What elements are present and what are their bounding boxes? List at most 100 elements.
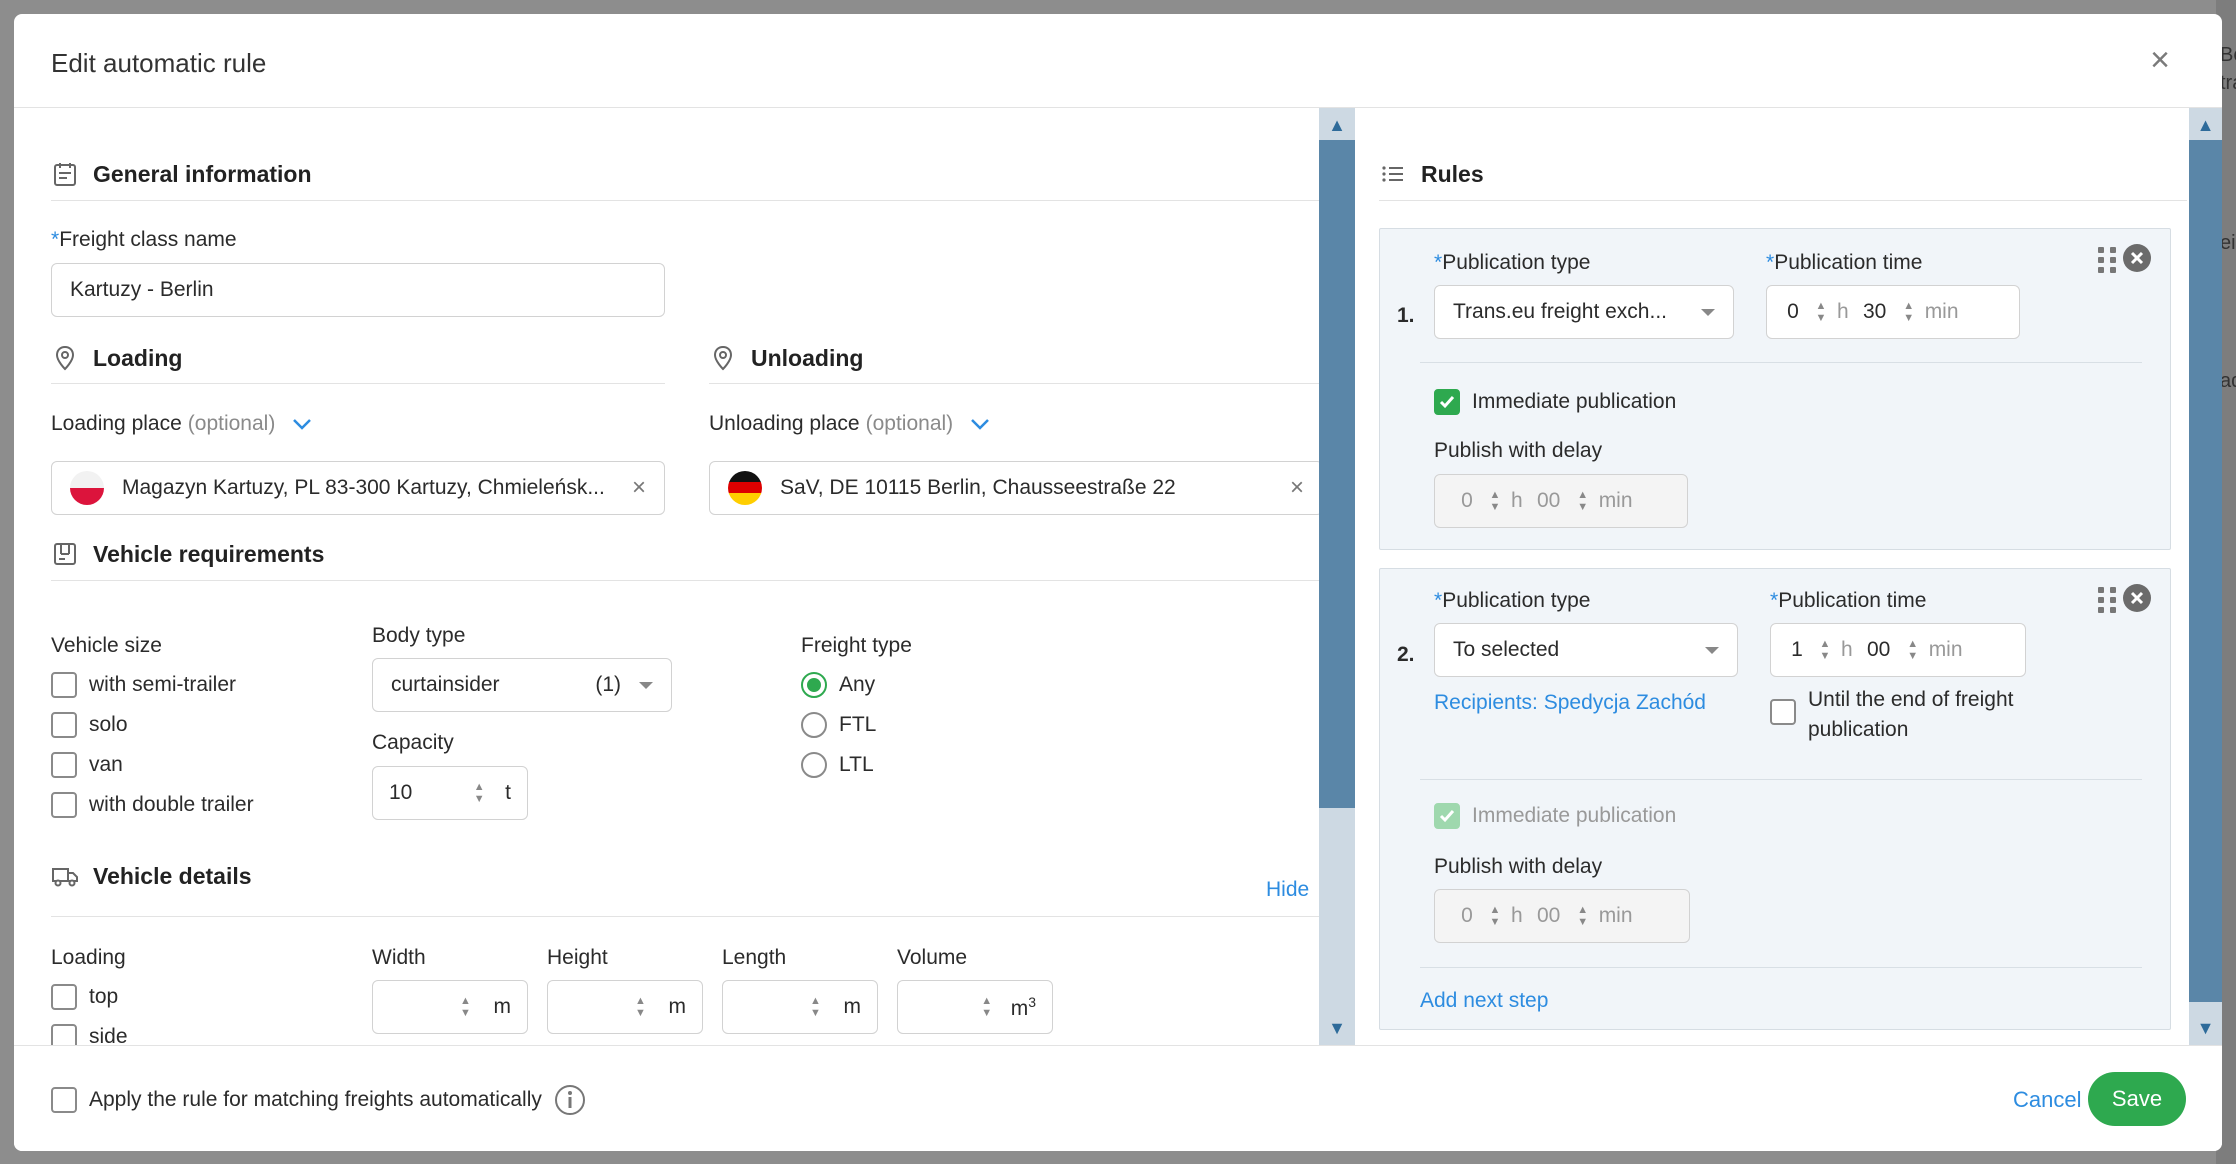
publish-delay-input[interactable]: 0 ▲ ▼ h 00 ▲ ▼ min [1434, 474, 1688, 528]
scroll-up-icon[interactable]: ▲ [2189, 110, 2222, 140]
body-type-select[interactable]: curtainsider (1) [372, 658, 672, 712]
publish-delay-label: Publish with delay [1434, 855, 1603, 878]
length-input[interactable]: ▲ ▼ m [722, 980, 878, 1034]
hours-unit: h [1511, 489, 1523, 512]
stepper-icon[interactable]: ▲ ▼ [1487, 904, 1503, 928]
loading-place-label: Loading place (optional) [51, 412, 313, 436]
capacity-unit: t [505, 781, 511, 804]
publication-type-value: To selected [1453, 638, 1560, 661]
add-next-step-link[interactable]: Add next step [1420, 989, 1548, 1013]
right-pane: Rules 1. *Publication type Trans.eu frei… [1355, 108, 2189, 1045]
capacity-input[interactable]: 10 ▲ ▼ t [372, 766, 528, 820]
drag-handle-icon[interactable] [2098, 247, 2116, 273]
publish-delay-input[interactable]: 0 ▲ ▼ h 00 ▲ ▼ min [1434, 889, 1690, 943]
checkbox-until-end[interactable]: Until the end of freight publication [1770, 685, 2013, 745]
divider [51, 916, 1319, 917]
stepper-icon[interactable]: ▲ ▼ [1575, 904, 1591, 928]
checkbox-double-trailer[interactable]: with double trailer [51, 792, 254, 818]
stepper-icon[interactable]: ▲ ▼ [458, 995, 474, 1019]
stepper-icon[interactable]: ▲ ▼ [1817, 638, 1833, 662]
publication-time-input[interactable]: 0 ▲ ▼ h 30 ▲ ▼ min [1766, 285, 2020, 339]
checkbox-solo[interactable]: solo [51, 712, 128, 738]
hours-value: 1 [1791, 638, 1803, 661]
divider [1420, 362, 2142, 363]
volume-input[interactable]: ▲ ▼ m3 [897, 980, 1053, 1034]
scroll-thumb[interactable] [2189, 140, 2222, 1002]
unloading-place-value: SaV, DE 10115 Berlin, Chausseestraße 22 [780, 476, 1176, 499]
hide-link[interactable]: Hide [1266, 878, 1309, 902]
checkbox-van[interactable]: van [51, 752, 123, 778]
checkbox-semi-trailer[interactable]: with semi-trailer [51, 672, 236, 698]
close-icon[interactable]: × [2140, 40, 2180, 80]
height-input[interactable]: ▲ ▼ m [547, 980, 703, 1034]
freight-class-input[interactable]: Kartuzy - Berlin [51, 263, 665, 317]
chevron-down-icon[interactable] [969, 417, 991, 431]
section-title: Unloading [751, 344, 864, 371]
checkbox-top[interactable]: top [51, 984, 118, 1010]
right-scrollbar[interactable]: ▲ ▼ [2189, 108, 2222, 1045]
loading-place-input[interactable]: Magazyn Kartuzy, PL 83-300 Kartuzy, Chmi… [51, 461, 665, 515]
checkbox-side[interactable]: side [51, 1024, 128, 1045]
stepper-icon[interactable]: ▲ ▼ [1905, 638, 1921, 662]
stepper-icon[interactable]: ▲ ▼ [1901, 300, 1917, 324]
caret-down-icon [1701, 308, 1715, 316]
checkbox-immediate-publication[interactable]: Immediate publication [1434, 803, 1676, 829]
stepper-icon[interactable]: ▲ ▼ [633, 995, 649, 1019]
bg-text: ei [2220, 232, 2236, 254]
divider [51, 200, 1319, 201]
chevron-down-icon[interactable] [291, 417, 313, 431]
height-label: Height [547, 946, 608, 969]
stepper-icon[interactable]: ▲ ▼ [471, 781, 487, 805]
poland-flag-icon [70, 471, 104, 505]
publication-type-value: Trans.eu freight exch... [1453, 300, 1667, 323]
hours-value: 0 [1787, 300, 1799, 323]
bg-text: ad [2220, 370, 2236, 392]
scroll-down-icon[interactable]: ▼ [2189, 1013, 2222, 1043]
section-title: Rules [1421, 160, 1484, 187]
remove-rule-icon[interactable] [2122, 583, 2152, 613]
publication-type-select[interactable]: Trans.eu freight exch... [1434, 285, 1734, 339]
stepper-icon[interactable]: ▲ ▼ [1813, 300, 1829, 324]
remove-rule-icon[interactable] [2122, 243, 2152, 273]
stepper-icon[interactable]: ▲ ▼ [1487, 489, 1503, 513]
unit-label: m [843, 995, 862, 1018]
scroll-up-icon[interactable]: ▲ [1319, 110, 1355, 140]
left-scrollbar[interactable]: ▲ ▼ [1319, 108, 1355, 1045]
checkbox-apply-automatically[interactable]: Apply the rule for matching freights aut… [51, 1084, 586, 1116]
recipients-link[interactable]: Recipients: Spedycja Zachód [1434, 691, 1706, 715]
stepper-icon[interactable]: ▲ ▼ [979, 995, 995, 1019]
clear-icon[interactable]: × [1272, 474, 1319, 502]
width-input[interactable]: ▲ ▼ m [372, 980, 528, 1034]
edit-rule-modal: Edit automatic rule × General informatio… [14, 14, 2222, 1151]
save-button[interactable]: Save [2088, 1072, 2186, 1126]
publication-time-label: *Publication time [1766, 251, 1923, 274]
modal-header: Edit automatic rule × [14, 14, 2222, 108]
cancel-button[interactable]: Cancel [2013, 1087, 2081, 1113]
stepper-icon[interactable]: ▲ ▼ [1575, 489, 1591, 513]
freight-class-value: Kartuzy - Berlin [70, 278, 214, 301]
capacity-label: Capacity [372, 731, 454, 754]
scroll-thumb[interactable] [1319, 140, 1355, 808]
publication-type-select[interactable]: To selected [1434, 623, 1738, 677]
publication-time-input[interactable]: 1 ▲ ▼ h 00 ▲ ▼ min [1770, 623, 2026, 677]
radio-ftl[interactable]: FTL [801, 712, 876, 738]
unloading-place-input[interactable]: SaV, DE 10115 Berlin, Chausseestraße 22 … [709, 461, 1319, 515]
vehicle-details-heading: Vehicle details [51, 862, 252, 890]
scroll-down-icon[interactable]: ▼ [1319, 1013, 1355, 1043]
clear-icon[interactable]: × [614, 474, 664, 502]
info-icon[interactable] [554, 1084, 586, 1116]
hours-unit: h [1511, 904, 1523, 927]
modal-footer: Apply the rule for matching freights aut… [14, 1045, 2222, 1151]
minutes-value: 00 [1537, 904, 1561, 927]
drag-handle-icon[interactable] [2098, 587, 2116, 613]
volume-label: Volume [897, 946, 968, 969]
stepper-icon[interactable]: ▲ ▼ [808, 995, 824, 1019]
general-info-heading: General information [51, 160, 312, 188]
radio-any[interactable]: Any [801, 672, 875, 698]
publication-time-label: *Publication time [1770, 589, 1927, 612]
hours-value: 0 [1461, 904, 1473, 927]
checkbox-immediate-publication[interactable]: Immediate publication [1434, 389, 1676, 415]
location-pin-icon [713, 345, 733, 371]
radio-ltl[interactable]: LTL [801, 752, 874, 778]
rule-card-2: 2. *Publication type To selected *Public… [1379, 568, 2171, 1030]
